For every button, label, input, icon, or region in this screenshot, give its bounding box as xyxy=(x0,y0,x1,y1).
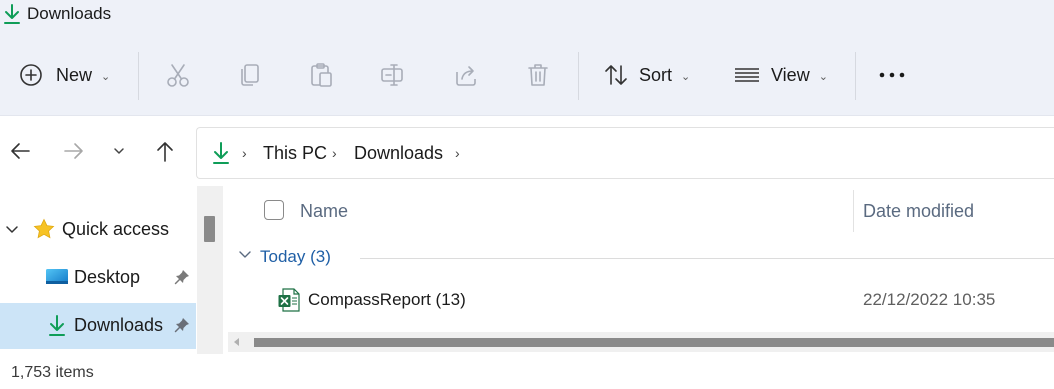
sidebar-item-label: Desktop xyxy=(74,267,141,287)
chevron-down-icon xyxy=(114,148,124,154)
more-options-button[interactable] xyxy=(879,34,905,116)
navigation-pane: Quick access Desktop Downloads xyxy=(0,186,197,354)
sidebar-item-downloads[interactable]: Downloads xyxy=(0,303,196,349)
group-divider xyxy=(360,258,1054,259)
pin-icon[interactable] xyxy=(174,269,190,285)
download-arrow-icon xyxy=(213,142,229,164)
address-bar[interactable]: › This PC › Downloads › xyxy=(196,127,1054,179)
title-bar: Downloads xyxy=(0,0,1054,34)
status-bar: 1,753 items xyxy=(0,354,1054,389)
window-title: Downloads xyxy=(27,4,112,23)
plus-circle-icon xyxy=(20,64,42,86)
excel-icon xyxy=(278,288,300,312)
rename-icon xyxy=(381,64,403,86)
navigation-row: › This PC › Downloads › xyxy=(0,116,1054,186)
chevron-down-icon: ⌄ xyxy=(681,70,691,83)
scrollbar-thumb[interactable] xyxy=(204,216,215,242)
sidebar-item-label: Quick access xyxy=(62,219,170,239)
toolbar-divider xyxy=(578,52,579,100)
forward-button[interactable] xyxy=(61,138,87,164)
delete-button[interactable] xyxy=(526,34,550,116)
arrow-left-icon xyxy=(11,143,30,159)
select-all-checkbox[interactable] xyxy=(264,200,284,220)
new-button-label: New xyxy=(56,64,93,85)
sort-button[interactable]: Sort ⌄ xyxy=(603,34,690,116)
table-row[interactable]: CompassReport (13) 22/12/2022 10:35 xyxy=(223,282,1054,320)
up-button[interactable] xyxy=(152,138,178,164)
chevron-down-icon xyxy=(239,251,251,258)
chevron-down-icon: ⌄ xyxy=(818,70,828,83)
toolbar-divider xyxy=(138,52,139,100)
toolbar-divider xyxy=(855,52,856,100)
view-lines-icon xyxy=(735,68,759,82)
copy-icon xyxy=(241,64,259,86)
share-button[interactable] xyxy=(453,34,479,116)
chevron-down-icon[interactable] xyxy=(5,223,19,237)
download-arrow-icon xyxy=(49,315,65,336)
group-label: Today (3) xyxy=(260,247,331,266)
new-button[interactable]: New ⌄ xyxy=(19,34,110,116)
arrow-up-icon xyxy=(157,142,173,162)
breadcrumb-this-pc[interactable]: This PC xyxy=(263,143,327,164)
column-divider[interactable] xyxy=(853,190,854,232)
desktop-icon xyxy=(46,269,68,284)
file-list: Name Date modified Today (3) CompassRepo… xyxy=(223,186,1054,354)
horizontal-scrollbar[interactable] xyxy=(228,332,1054,352)
command-bar: New ⌄ Sort ⌄ View ⌄ xyxy=(0,34,1054,116)
paste-icon xyxy=(311,63,332,87)
back-button[interactable] xyxy=(7,138,33,164)
pin-icon[interactable] xyxy=(174,317,190,333)
sidebar-scrollbar[interactable] xyxy=(197,186,223,354)
column-header-name[interactable]: Name xyxy=(300,201,348,222)
recent-locations-button[interactable] xyxy=(106,138,132,164)
breadcrumb-downloads[interactable]: Downloads xyxy=(354,143,443,164)
star-icon xyxy=(33,218,55,239)
share-icon xyxy=(456,66,476,86)
breadcrumb-chevron-icon[interactable]: › xyxy=(455,145,460,161)
column-header-date-modified[interactable]: Date modified xyxy=(863,201,974,222)
delete-icon xyxy=(528,64,548,86)
copy-button[interactable] xyxy=(238,34,262,116)
scrollbar-thumb[interactable] xyxy=(254,338,1054,347)
file-date-modified: 22/12/2022 10:35 xyxy=(863,290,996,309)
sidebar-item-quick-access[interactable]: Quick access xyxy=(0,207,196,253)
group-header-today[interactable]: Today (3) xyxy=(235,246,1054,272)
chevron-down-icon: ⌄ xyxy=(101,70,111,83)
sidebar-item-desktop[interactable]: Desktop xyxy=(0,255,196,301)
sort-button-label: Sort xyxy=(639,64,673,85)
scroll-left-arrow-icon[interactable] xyxy=(232,337,242,347)
rename-button[interactable] xyxy=(380,34,406,116)
view-button[interactable]: View ⌄ xyxy=(734,34,828,116)
item-count: 1,753 items xyxy=(11,364,94,381)
sort-icon xyxy=(605,65,627,85)
more-icon xyxy=(879,72,905,78)
cut-icon xyxy=(167,64,189,87)
breadcrumb-chevron-icon[interactable]: › xyxy=(332,145,337,161)
view-button-label: View xyxy=(771,64,810,85)
download-arrow-icon xyxy=(4,4,20,24)
paste-button[interactable] xyxy=(309,34,335,116)
arrow-right-icon xyxy=(64,143,83,159)
file-name[interactable]: CompassReport (13) xyxy=(308,290,466,310)
breadcrumb-chevron-icon[interactable]: › xyxy=(242,145,247,161)
sidebar-item-label: Downloads xyxy=(74,315,164,335)
cut-button[interactable] xyxy=(165,34,191,116)
